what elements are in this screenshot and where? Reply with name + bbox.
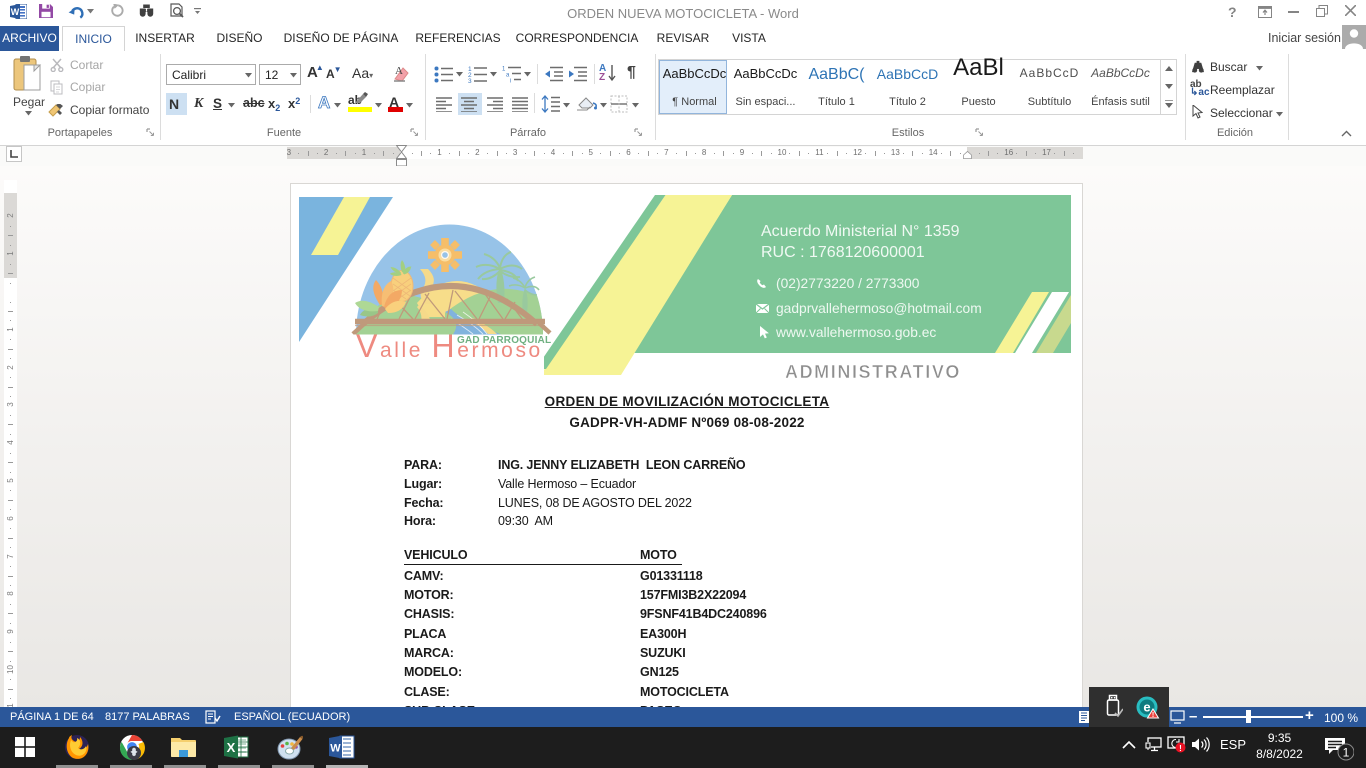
svg-text:!: !: [1179, 744, 1182, 753]
svg-text:W: W: [330, 743, 341, 755]
svg-text:www.vallehermoso.gob.ec: www.vallehermoso.gob.ec: [775, 325, 936, 340]
svg-text:gadprvallehermoso@hotmail.com: gadprvallehermoso@hotmail.com: [776, 301, 982, 316]
svg-text:3: 3: [468, 78, 472, 83]
svg-text:A: A: [395, 65, 403, 77]
svg-text:Acuerdo Ministerial N° 1359: Acuerdo Ministerial N° 1359: [761, 223, 960, 240]
svg-text:(02)2773220 / 2773300: (02)2773220 / 2773300: [776, 276, 920, 291]
svg-text:X: X: [227, 740, 236, 755]
svg-text:GAD PARROQUIAL: GAD PARROQUIAL: [457, 335, 551, 346]
svg-text:i: i: [510, 79, 511, 84]
svg-text:1: 1: [1343, 746, 1350, 760]
svg-text:RUC : 1768120600001: RUC : 1768120600001: [761, 244, 925, 261]
svg-text:e: e: [1143, 700, 1150, 715]
svg-text:!: !: [1152, 712, 1154, 719]
